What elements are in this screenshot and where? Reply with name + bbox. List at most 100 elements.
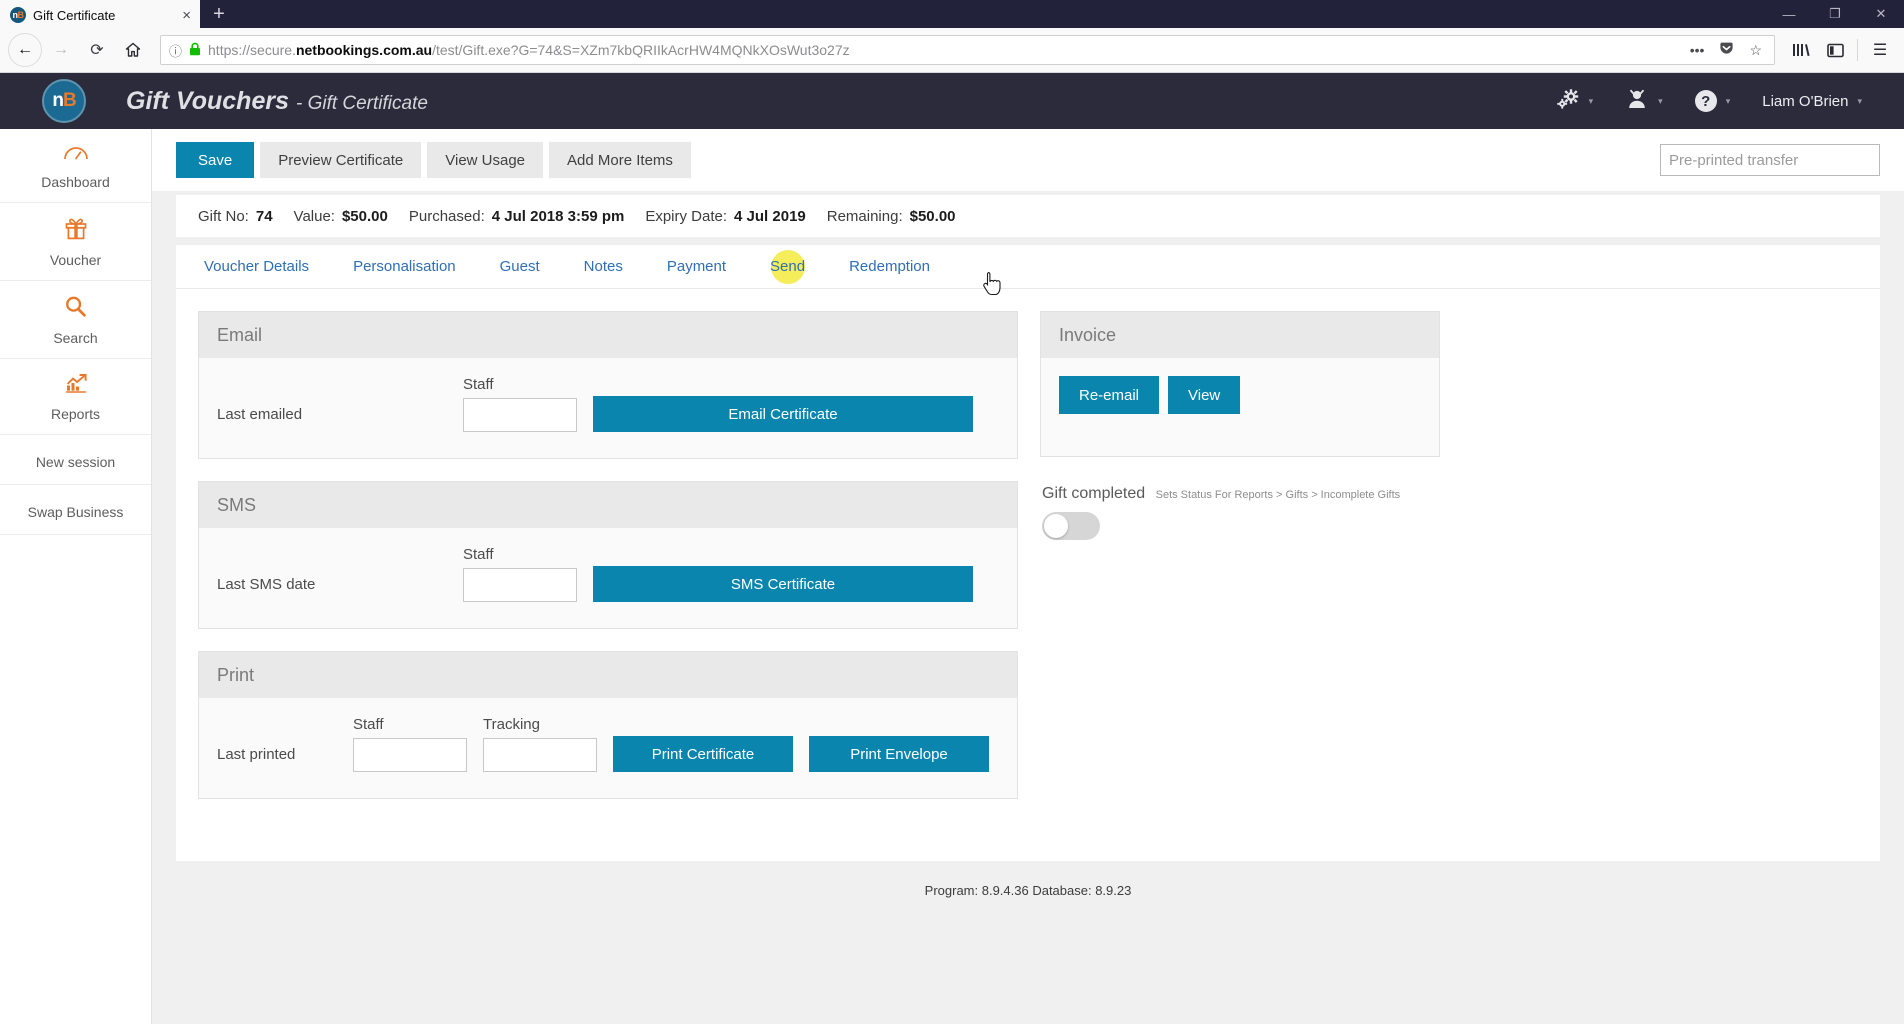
email-panel-title: Email	[199, 312, 1017, 358]
sidebar-label: Swap Business	[27, 504, 124, 520]
app-footer: Program: 8.9.4.36 Database: 8.9.23	[924, 883, 1132, 898]
home-icon[interactable]	[116, 33, 150, 67]
email-staff-input[interactable]	[463, 398, 577, 432]
browser-tab[interactable]: nB Gift Certificate ×	[0, 0, 200, 28]
account-menu[interactable]: Liam O'Brien ▾	[1748, 93, 1876, 110]
sms-panel: SMS Last SMS date Staff SMS Certificate	[198, 481, 1018, 629]
back-icon[interactable]: ←	[8, 33, 42, 67]
preview-certificate-button[interactable]: Preview Certificate	[260, 142, 422, 178]
gift-summary-bar: Gift No: 74 Value: $50.00 Purchased: 4 J…	[176, 195, 1880, 237]
gift-icon	[4, 217, 147, 247]
print-staff-field: Staff	[353, 716, 467, 772]
reports-chart-icon	[4, 373, 147, 401]
page-title: Gift Vouchers - Gift Certificate	[126, 86, 428, 115]
user-menu[interactable]: ▾	[1611, 88, 1677, 115]
search-icon	[4, 295, 147, 325]
app-header-actions: ▾ ▾ ? ▾ Liam O'Brien ▾	[1542, 88, 1904, 115]
browser-tabstrip: nB Gift Certificate × + — ❐ ✕	[0, 0, 1904, 28]
person-icon	[1625, 88, 1649, 115]
gift-completed-hint: Sets Status For Reports > Gifts > Incomp…	[1155, 489, 1401, 501]
library-icon[interactable]	[1785, 34, 1817, 66]
last-emailed-label: Last emailed	[217, 406, 303, 423]
tab-voucher-details[interactable]: Voucher Details	[182, 245, 331, 289]
sms-certificate-button[interactable]: SMS Certificate	[593, 566, 973, 602]
tab-send[interactable]: Send	[748, 245, 827, 289]
reload-icon[interactable]: ⟳	[80, 33, 114, 67]
sms-staff-input[interactable]	[463, 568, 577, 602]
help-menu[interactable]: ? ▾	[1681, 90, 1745, 112]
chevron-down-icon: ▾	[1658, 95, 1663, 106]
invoice-panel-body: Re-email View	[1041, 358, 1439, 456]
new-tab-button[interactable]: +	[200, 0, 238, 28]
browser-window: nB Gift Certificate × + — ❐ ✕ ← → ⟳ ⓘ ht…	[0, 0, 1904, 1024]
gift-completed-toggle[interactable]	[1042, 512, 1100, 540]
menu-icon[interactable]: ☰	[1864, 34, 1896, 66]
app-body: Dashboard Voucher Search Reports New ses…	[0, 129, 1904, 1024]
tab-notes[interactable]: Notes	[562, 245, 645, 289]
invoice-reemail-button[interactable]: Re-email	[1059, 376, 1160, 414]
sidebar-item-dashboard[interactable]: Dashboard	[0, 129, 151, 203]
print-envelope-button[interactable]: Print Envelope	[809, 736, 989, 772]
settings-menu[interactable]: ▾	[1542, 88, 1608, 115]
print-certificate-button[interactable]: Print Certificate	[613, 736, 793, 772]
view-usage-button[interactable]: View Usage	[427, 142, 544, 178]
print-panel-body: Last printed Staff Tracking Print Certif…	[199, 698, 1017, 798]
purchased-label: Purchased:	[408, 207, 485, 225]
expiry-date: 4 Jul 2019	[734, 207, 806, 225]
print-panel: Print Last printed Staff Tracking Print …	[198, 651, 1018, 799]
forward-icon[interactable]: →	[44, 33, 78, 67]
sidebar-item-search[interactable]: Search	[0, 281, 151, 359]
sidebar: Dashboard Voucher Search Reports New ses…	[0, 129, 152, 1024]
url-bar[interactable]: ⓘ https://secure.netbookings.com.au/test…	[160, 35, 1775, 65]
sidebar-item-swap-business[interactable]: Swap Business	[0, 485, 151, 535]
sidebar-item-voucher[interactable]: Voucher	[0, 203, 151, 281]
email-certificate-button[interactable]: Email Certificate	[593, 396, 973, 432]
tab-guest[interactable]: Guest	[478, 245, 562, 289]
email-panel-body: Last emailed Staff Email Certificate	[199, 358, 1017, 458]
voucher-tabs: Voucher Details Personalisation Guest No…	[176, 245, 1880, 296]
invoice-view-button[interactable]: View	[1168, 376, 1241, 414]
browser-tab-title: Gift Certificate	[33, 7, 116, 23]
web-application: nB Gift Vouchers - Gift Certificate ▾ ▾	[0, 73, 1904, 1024]
send-tab-content: Email Last emailed Staff Email Certifica…	[176, 289, 1880, 861]
invoice-panel: Invoice Re-email View	[1040, 311, 1440, 457]
value-label: Value:	[293, 207, 335, 225]
tab-redemption[interactable]: Redemption	[827, 245, 952, 289]
dashboard-icon	[4, 143, 147, 169]
page-info-icon[interactable]: ⓘ	[169, 41, 182, 60]
gift-no-value: 74	[255, 207, 273, 225]
tab-payment[interactable]: Payment	[645, 245, 748, 289]
close-tab-icon[interactable]: ×	[179, 8, 194, 23]
minimize-icon[interactable]: —	[1766, 0, 1812, 28]
action-toolbar: Save Preview Certificate View Usage Add …	[152, 129, 1904, 191]
remaining-label: Remaining:	[826, 207, 903, 225]
close-window-icon[interactable]: ✕	[1858, 0, 1904, 28]
sidebar-label: New session	[35, 454, 116, 470]
sidebar-label: Voucher	[49, 252, 102, 268]
chevron-down-icon: ▾	[1857, 95, 1862, 106]
print-staff-label: Staff	[353, 716, 384, 733]
toggle-knob	[1044, 514, 1068, 538]
print-tracking-input[interactable]	[483, 738, 597, 772]
tab-personalisation[interactable]: Personalisation	[331, 245, 478, 289]
add-more-items-button[interactable]: Add More Items	[549, 142, 691, 178]
sidebar-label: Reports	[50, 406, 101, 422]
site-favicon-icon: nB	[10, 7, 26, 23]
save-button[interactable]: Save	[176, 142, 255, 178]
sidebar-item-new-session[interactable]: New session	[0, 435, 151, 485]
send-left-column: Email Last emailed Staff Email Certifica…	[198, 311, 1018, 821]
pre-printed-transfer-input[interactable]	[1660, 144, 1880, 176]
maximize-icon[interactable]: ❐	[1812, 0, 1858, 28]
remaining-amount: $50.00	[909, 207, 956, 225]
chevron-down-icon: ▾	[1588, 95, 1594, 106]
print-staff-input[interactable]	[353, 738, 467, 772]
gift-completed-label: Gift completed	[1042, 485, 1146, 502]
toolbar-divider	[1857, 39, 1858, 61]
sidebar-item-reports[interactable]: Reports	[0, 359, 151, 435]
sidebar-toggle-icon[interactable]	[1819, 34, 1851, 66]
pocket-icon[interactable]	[1715, 41, 1738, 59]
lock-icon	[189, 42, 201, 59]
page-actions-icon[interactable]: •••	[1686, 42, 1709, 58]
print-tracking-field: Tracking	[483, 716, 597, 772]
bookmark-star-icon[interactable]: ☆	[1745, 42, 1766, 59]
